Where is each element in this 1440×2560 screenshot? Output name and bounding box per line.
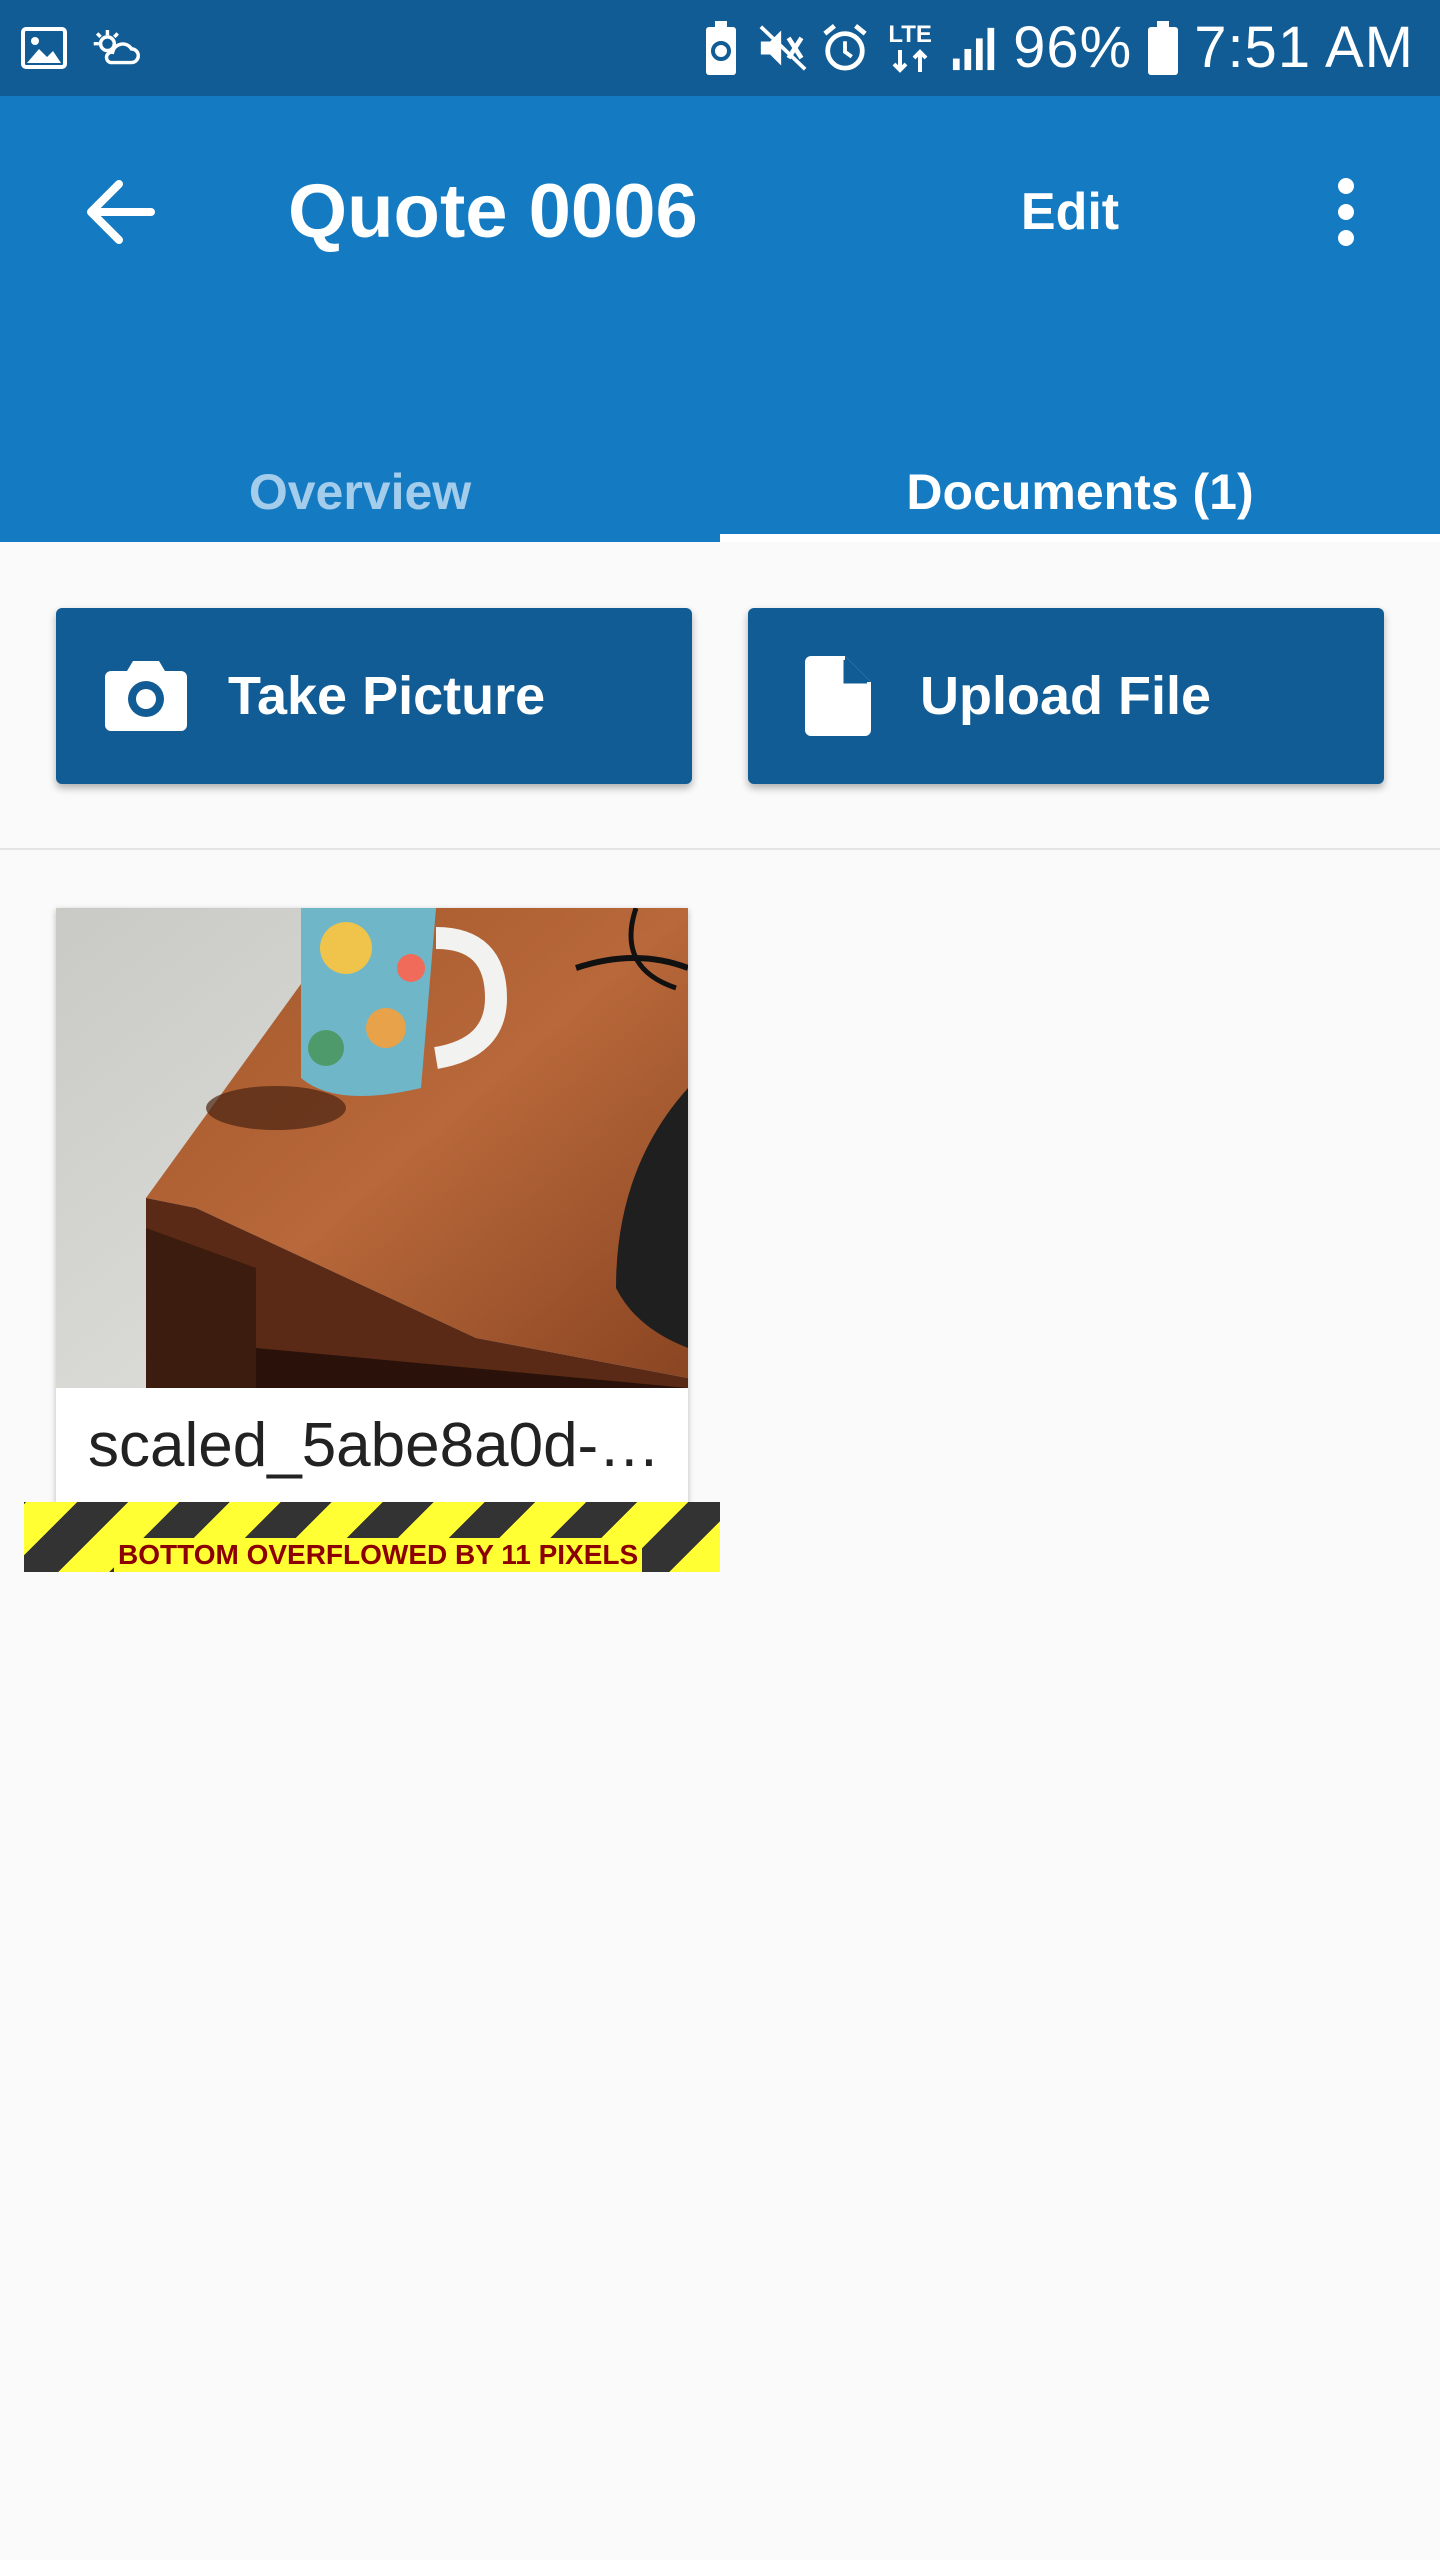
take-picture-label: Take Picture bbox=[228, 666, 546, 726]
gallery-icon bbox=[20, 20, 68, 76]
document-card[interactable]: scaled_5abe8a0d-… Nov 20, 2019 • 5 MB bbox=[56, 908, 688, 1508]
battery-saver-icon bbox=[697, 20, 745, 76]
file-icon bbox=[796, 654, 880, 738]
page-title: Quote 0006 bbox=[288, 169, 698, 254]
overflow-warning-bar: BOTTOM OVERFLOWED BY 11 PIXELS bbox=[24, 1502, 720, 1572]
more-options-button[interactable] bbox=[1306, 162, 1386, 262]
battery-percent: 96% bbox=[1013, 15, 1133, 80]
back-button[interactable] bbox=[70, 162, 170, 262]
upload-file-button[interactable]: Upload File bbox=[748, 608, 1384, 784]
take-picture-button[interactable]: Take Picture bbox=[56, 608, 692, 784]
app-bar: Quote 0006 Edit Overview Documents (1) bbox=[0, 96, 1440, 542]
tab-overview[interactable]: Overview bbox=[0, 442, 720, 542]
lte-icon: LTE bbox=[883, 20, 937, 76]
overflow-warning-label: BOTTOM OVERFLOWED BY 11 PIXELS bbox=[114, 1538, 643, 1572]
camera-icon bbox=[104, 654, 188, 738]
document-thumbnail bbox=[56, 908, 688, 1388]
tab-documents[interactable]: Documents (1) bbox=[720, 442, 1440, 542]
upload-file-label: Upload File bbox=[920, 666, 1212, 726]
edit-button[interactable]: Edit bbox=[1010, 162, 1130, 262]
clock: 7:51 AM bbox=[1194, 15, 1414, 80]
alarm-icon bbox=[821, 20, 869, 76]
signal-icon bbox=[951, 20, 999, 76]
tab-bar: Overview Documents (1) bbox=[0, 442, 1440, 542]
weather-icon bbox=[92, 20, 140, 76]
mute-icon bbox=[759, 20, 807, 76]
arrow-back-icon bbox=[87, 180, 155, 244]
battery-icon bbox=[1146, 20, 1180, 76]
more-vert-icon bbox=[1338, 178, 1354, 246]
document-name: scaled_5abe8a0d-… bbox=[88, 1411, 661, 1480]
section-divider bbox=[0, 848, 1440, 850]
status-bar: LTE 96% 7:51 AM bbox=[0, 0, 1440, 96]
